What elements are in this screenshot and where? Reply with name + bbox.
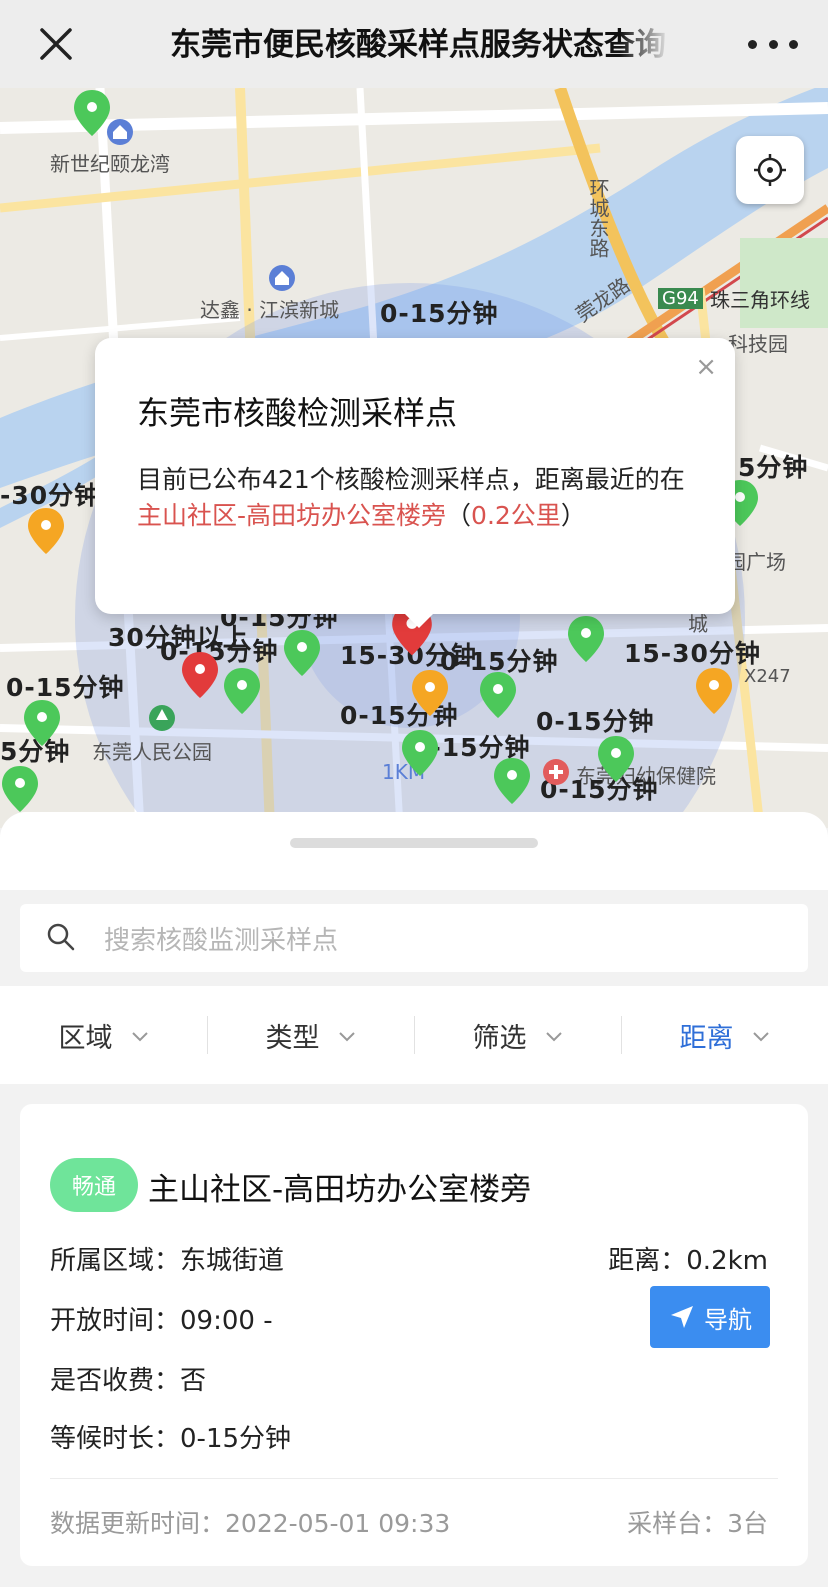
park-icon [149, 705, 175, 731]
close-icon[interactable] [36, 24, 76, 64]
nearest-site-link[interactable]: 主山社区-高田坊办公室楼旁 [137, 501, 446, 530]
map-label: G94 [658, 288, 703, 309]
map-label: 环城东路 [586, 178, 610, 258]
updated-key: 数据更新时间： [50, 1509, 226, 1538]
paren-open: （ [446, 501, 472, 530]
chevron-down-icon [338, 1032, 355, 1042]
orange-pin-icon[interactable] [694, 666, 734, 716]
green-pin-icon[interactable] [566, 614, 606, 664]
chevron-down-icon [752, 1032, 769, 1042]
distance-info: 距离：0.2km [608, 1240, 768, 1277]
filter-label: 距离 [679, 1022, 734, 1054]
site-name: 主山社区-高田坊办公室楼旁 [148, 1172, 532, 1208]
site-card[interactable]: 畅通 主山社区-高田坊办公室楼旁 所属区域：东城街道 开放时间：09:00 - … [20, 1104, 808, 1566]
green-pin-icon[interactable] [478, 670, 518, 720]
green-pin-icon[interactable] [0, 764, 40, 814]
hours-key: 开放时间： [50, 1306, 181, 1336]
popup-body: 目前已公布421个核酸检测采样点，距离最近的在主山社区-高田坊办公室楼旁（0.2… [137, 462, 697, 534]
hours-value: 09:00 - [180, 1306, 273, 1336]
residential-icon [107, 119, 133, 145]
navigate-label: 导航 [704, 1305, 752, 1334]
drag-handle[interactable] [290, 838, 538, 848]
green-pin-icon[interactable] [596, 734, 636, 784]
navigation-arrow-icon [671, 1306, 693, 1328]
wait-row: 等候时长：0-15分钟 [50, 1418, 291, 1455]
search-placeholder: 搜索核酸监测采样点 [104, 926, 339, 956]
status-badge: 畅通 [50, 1158, 138, 1212]
area-value: 东城街道 [180, 1246, 285, 1276]
update-time: 数据更新时间：2022-05-01 09:33 [50, 1504, 450, 1540]
chevron-down-icon [131, 1032, 148, 1042]
stations-key: 采样台： [627, 1509, 728, 1538]
more-options-icon[interactable] [748, 32, 798, 56]
map-label: 科技园 [728, 332, 788, 356]
card-divider [50, 1478, 778, 1479]
chevron-down-icon [545, 1032, 562, 1042]
filter-bar: 区域 类型 筛选 距离 [0, 986, 828, 1084]
page-title: 东莞市便民核酸采样点服务状态查询 [170, 27, 666, 63]
crosshair-icon [754, 154, 786, 186]
top-navigation-bar: 东莞市便民核酸采样点服务状态查询 [0, 0, 828, 88]
map-label: 东莞人民公园 [92, 740, 212, 764]
map-label: 珠三角环线 [710, 288, 810, 312]
filter-label: 类型 [265, 1022, 320, 1054]
residential-icon [269, 265, 295, 291]
stations-value: 3台 [727, 1509, 768, 1538]
orange-pin-icon[interactable] [410, 668, 450, 718]
nearest-site-popup: × 东莞市核酸检测采样点 目前已公布421个核酸检测采样点，距离最近的在主山社区… [95, 338, 735, 628]
filter-label: 区域 [58, 1022, 113, 1054]
distance-value: 0.2km [686, 1246, 768, 1276]
popup-close-icon[interactable]: × [695, 352, 717, 382]
navigate-button[interactable]: 导航 [650, 1286, 770, 1348]
bottom-sheet: 搜索核酸监测采样点 区域 类型 筛选 距离 畅通 主山社区-高田坊办公室楼旁 所… [0, 812, 828, 1587]
map-label: 达鑫 · 江滨新城 [200, 298, 340, 322]
sheet-drag-area[interactable] [0, 812, 828, 890]
area-key: 所属区域： [50, 1246, 181, 1276]
fee-key: 是否收费： [50, 1366, 181, 1396]
hours-row: 开放时间：09:00 - [50, 1300, 273, 1337]
search-icon [47, 923, 75, 951]
locate-me-button[interactable] [736, 136, 804, 204]
area-row: 所属区域：东城街道 [50, 1240, 284, 1277]
fee-row: 是否收费：否 [50, 1360, 206, 1397]
filter-screen[interactable]: 筛选 [414, 986, 621, 1084]
paren-close: ） [560, 501, 586, 530]
green-pin-icon[interactable] [222, 666, 262, 716]
fee-value: 否 [180, 1366, 207, 1396]
map-label: 新世纪颐龙湾 [50, 152, 170, 176]
sampling-stations: 采样台：3台 [627, 1504, 768, 1540]
hospital-icon [543, 759, 569, 785]
updated-value: 2022-05-01 09:33 [225, 1509, 451, 1538]
filter-label: 筛选 [472, 1022, 527, 1054]
wait-time-label: 15-30分钟 [624, 639, 761, 668]
nearest-distance: 0.2公里 [471, 501, 561, 530]
distance-key: 距离： [608, 1246, 687, 1276]
green-pin-icon[interactable] [22, 698, 62, 748]
map-label: 园广场 [726, 550, 786, 574]
wait-time-label: 0-15分钟 [380, 299, 499, 328]
wait-key: 等候时长： [50, 1424, 181, 1454]
red-pin-icon[interactable] [180, 650, 220, 700]
popup-text: 目前已公布421个核酸检测采样点，距离最近的在 [137, 465, 685, 494]
search-input[interactable]: 搜索核酸监测采样点 [20, 904, 808, 972]
green-pin-icon[interactable] [282, 628, 322, 678]
popup-title: 东莞市核酸检测采样点 [137, 394, 458, 432]
green-pin-icon[interactable] [492, 756, 532, 806]
green-pin-icon[interactable] [400, 728, 440, 778]
filter-distance[interactable]: 距离 [621, 986, 828, 1084]
search-section: 搜索核酸监测采样点 [0, 890, 828, 980]
wait-time-label: 0-15分钟 [536, 707, 655, 736]
filter-region[interactable]: 区域 [0, 986, 207, 1084]
orange-pin-icon[interactable] [26, 506, 66, 556]
wait-value: 0-15分钟 [180, 1424, 292, 1454]
filter-type[interactable]: 类型 [207, 986, 414, 1084]
